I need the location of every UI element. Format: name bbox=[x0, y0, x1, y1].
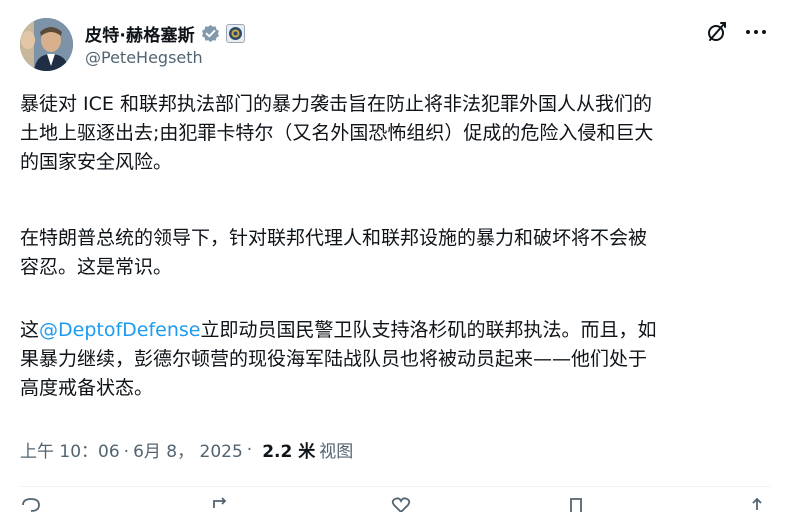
reply-icon[interactable] bbox=[20, 496, 42, 512]
text-line: 暴徒对 ICE 和联邦执法部门的暴力袭击旨在防止将非法犯罪外国人从我们的 bbox=[20, 93, 652, 115]
separator-dot: · bbox=[123, 442, 130, 462]
text-line: 这@DeptofDefense立即动员国民警卫队支持洛杉矶的联邦执法。而且，如 bbox=[20, 316, 657, 345]
repost-icon[interactable] bbox=[210, 496, 232, 512]
text-line: 果暴力继续，彭德尔顿营的现役海军陆战队员也将被动员起来——他们处于 bbox=[20, 348, 648, 370]
paragraph-2: 在特朗普总统的领导下，针对联邦代理人和联邦设施的暴力和破坏将不会被 容忍。这是常… bbox=[20, 224, 647, 282]
text-line: 容忍。这是常识。 bbox=[20, 256, 173, 278]
post-header: 皮特·赫格塞斯 @PeteHegseth bbox=[20, 14, 771, 74]
mention-link[interactable]: @DeptofDefense bbox=[39, 319, 200, 341]
post-time[interactable]: 上午 10：06 · 6月 8， 2025 bbox=[20, 437, 243, 462]
bookmark-icon[interactable] bbox=[565, 496, 587, 512]
text-line: 土地上驱逐出去;由犯罪卡特尔（又名外国恐怖组织）促成的危险入侵和巨大 bbox=[20, 122, 654, 144]
author-handle[interactable]: @PeteHegseth bbox=[85, 48, 203, 67]
paragraph-3: 这@DeptofDefense立即动员国民警卫队支持洛杉矶的联邦执法。而且，如 … bbox=[20, 316, 657, 403]
affiliation-badge-icon[interactable] bbox=[225, 23, 245, 43]
text-line: 的国家安全风险。 bbox=[20, 151, 173, 173]
post-meta: 上午 10：06 · 6月 8， 2025 · 2.2 米 视图 bbox=[20, 437, 354, 463]
text-line: 高度戒备状态。 bbox=[20, 377, 154, 399]
more-options-icon[interactable] bbox=[743, 20, 769, 44]
views-count: 2.2 米 bbox=[262, 442, 316, 462]
verified-badge-icon bbox=[201, 24, 220, 43]
action-bar bbox=[20, 496, 771, 516]
grok-icon[interactable] bbox=[705, 20, 729, 44]
divider bbox=[20, 486, 771, 487]
avatar[interactable] bbox=[20, 18, 73, 71]
share-icon[interactable] bbox=[746, 496, 768, 512]
text-fragment: 立即动员国民警卫队支持洛杉矶的联邦执法。而且，如 bbox=[200, 319, 657, 341]
text-line: 在特朗普总统的领导下，针对联邦代理人和联邦设施的暴力和破坏将不会被 bbox=[20, 227, 648, 249]
views-label: 视图 bbox=[319, 442, 354, 462]
display-name[interactable]: 皮特·赫格塞斯 bbox=[85, 21, 195, 46]
text-fragment: 这 bbox=[20, 319, 40, 341]
separator-dot: · bbox=[246, 439, 253, 460]
like-icon[interactable] bbox=[390, 496, 412, 514]
time-text: 上午 10：06 bbox=[20, 442, 120, 462]
paragraph-1: 暴徒对 ICE 和联邦执法部门的暴力袭击旨在防止将非法犯罪外国人从我们的 土地上… bbox=[20, 90, 653, 177]
date-text: 6月 8， 2025 bbox=[133, 442, 243, 462]
